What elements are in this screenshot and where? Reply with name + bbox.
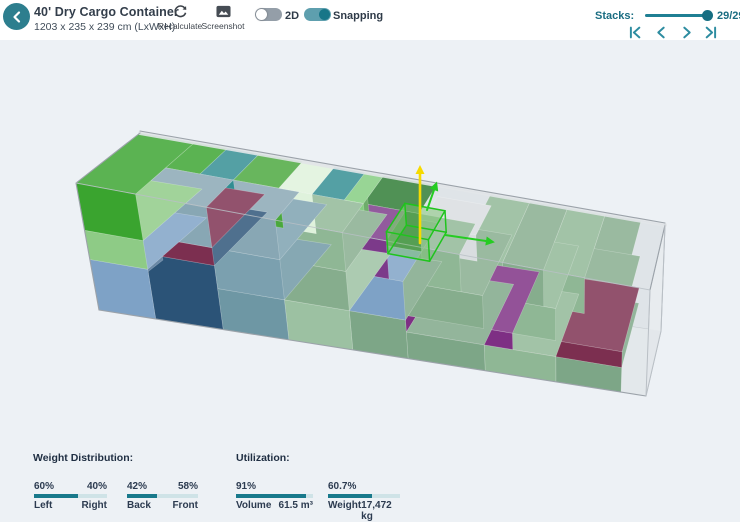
stack-previous-button[interactable]: [651, 26, 671, 42]
toggle-2d-label: 2D: [285, 10, 299, 22]
stacks-slider-track[interactable]: [645, 14, 709, 17]
toggle-snapping[interactable]: [304, 8, 331, 21]
back-label: Back: [127, 500, 151, 511]
skip-to-start-icon: [627, 26, 643, 39]
stacks-label: Stacks:: [595, 10, 634, 22]
container-3d-viewport[interactable]: [0, 0, 740, 510]
volume-utilization-group: 91% Volume 61.5 m³: [236, 481, 313, 511]
weight-back-front-group: 42% 58% Back Front: [127, 481, 198, 511]
stacks-value: 29/29: [717, 10, 740, 22]
toggle-snapping-knob: [319, 9, 330, 20]
front-percent: 58%: [178, 481, 198, 492]
back-percent: 42%: [127, 481, 147, 492]
chevron-left-nav-icon: [653, 26, 669, 39]
weight-value: 17,472 kg: [361, 500, 400, 522]
image-icon: [215, 4, 232, 19]
skip-to-end-icon: [703, 26, 719, 39]
weight-distribution-heading: Weight Distribution:: [33, 452, 133, 464]
left-label: Left: [34, 500, 52, 511]
volume-value: 61.5 m³: [279, 500, 313, 511]
weight-left-right-group: 60% 40% Left Right: [34, 481, 107, 511]
container-3d-scene: [0, 0, 740, 510]
volume-label: Volume: [236, 500, 271, 511]
chevron-left-icon: [10, 10, 24, 24]
back-button[interactable]: [3, 3, 30, 30]
stacks-slider-knob[interactable]: [702, 10, 713, 21]
weight-utilization-group: 60.7% Weight 17,472 kg: [328, 481, 400, 522]
recalculate-button[interactable]: Recalculate: [155, 2, 205, 33]
left-percent: 60%: [34, 481, 54, 492]
stack-last-button[interactable]: [701, 26, 721, 42]
volume-bar: [236, 494, 313, 498]
back-front-bar: [127, 494, 198, 498]
recalculate-label: Recalculate: [158, 21, 202, 31]
top-toolbar: 40' Dry Cargo Container 1203 x 235 x 239…: [0, 0, 740, 40]
left-right-bar: [34, 494, 107, 498]
screenshot-button[interactable]: Screenshot: [199, 2, 247, 33]
weight-bar: [328, 494, 400, 498]
toggle-snapping-label: Snapping: [333, 10, 383, 22]
stack-first-button[interactable]: [625, 26, 645, 42]
right-percent: 40%: [87, 481, 107, 492]
front-label: Front: [172, 500, 198, 511]
utilization-heading: Utilization:: [236, 452, 290, 464]
toggle-2d-knob: [256, 9, 267, 20]
toggle-2d[interactable]: [255, 8, 282, 21]
refresh-icon: [173, 4, 188, 19]
chevron-right-nav-icon: [679, 26, 695, 39]
right-label: Right: [81, 500, 107, 511]
weight-label: Weight: [328, 500, 361, 522]
screenshot-label: Screenshot: [202, 21, 245, 31]
volume-percent: 91%: [236, 481, 256, 492]
stack-next-button[interactable]: [677, 26, 697, 42]
weight-percent: 60.7%: [328, 481, 356, 492]
